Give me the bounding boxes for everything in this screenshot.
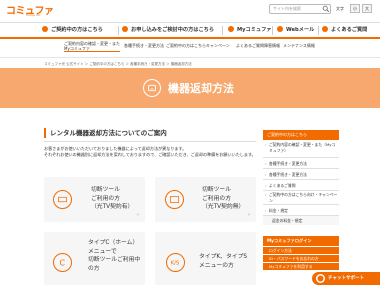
c-icon: C: [53, 253, 72, 272]
chevron-right-icon: ›: [265, 192, 267, 197]
nav-faq[interactable]: よくあるご質問: [322, 23, 367, 38]
main-nav: ご契約中の方はこちら お申し込みをご検討中の方はこちら Myコミュファ Webメ…: [0, 22, 380, 39]
chat-support-label: チャットサポート: [328, 276, 364, 281]
chevron-right-icon: ›: [265, 161, 267, 166]
subnav-procedures[interactable]: 各種手続き・変更方法: [124, 43, 164, 48]
chevron-right-icon: ›: [265, 183, 267, 188]
sidebar-heading[interactable]: ご契約中の方はこちら: [263, 130, 339, 140]
intro-text: お客さまがお使いいただいておりました機器によって返却方法が異なります。 それぞれ…: [44, 146, 256, 158]
subnav-faq[interactable]: よくあるご質問: [236, 43, 264, 48]
card-label: 切断ツール ご利用の方 （光TV契約無）: [202, 187, 245, 210]
logo-subtitle: Home ctc: [26, 13, 41, 17]
person-icon: [122, 26, 128, 32]
sidebar-item-procedures[interactable]: › 各種手続き・変更方法: [263, 158, 339, 169]
subnav-campaign[interactable]: ご契約中の方はこちらキャンペーン: [166, 43, 230, 48]
chevron-right-icon: ›: [137, 212, 139, 218]
sidebar-item-contract[interactable]: › ご契約内容の確認・変更・また（Myコミュファ）: [263, 140, 339, 158]
chevron-right-icon: ›: [265, 208, 267, 213]
card-label: タイプC（ホーム） メニューで 切断ツールご利用中 の方: [88, 240, 141, 272]
sidebar-item-login[interactable]: ログイン方法: [263, 246, 339, 254]
login-icon: [228, 26, 234, 32]
question-icon: [322, 26, 328, 32]
sidebar-item-forgot[interactable]: ID・パスワードをお忘れの方: [263, 254, 339, 262]
nav-divider: [118, 26, 119, 35]
nav-divider: [318, 26, 319, 35]
card-label: タイプK、タイプS メニューの方: [199, 254, 248, 269]
svg-text:K/S: K/S: [171, 261, 180, 267]
ks-icon: K/S: [166, 253, 185, 272]
site-header: コミュファ Home ctc サイト内を検索 文字 小 大: [0, 0, 380, 22]
sidebar-item-fees[interactable]: › 料金・規定: [263, 205, 339, 216]
subnav-maintenance[interactable]: メンテナンス情報: [283, 43, 315, 48]
return-icon: [143, 79, 161, 97]
sidebar-item-use[interactable]: Myコミュファを利用する: [263, 262, 339, 270]
mail-icon: [277, 26, 283, 32]
user-icon: [42, 26, 48, 32]
divider: [44, 141, 256, 142]
font-large-button[interactable]: 大: [362, 4, 372, 13]
section-heading: レンタル機器返却方法についてのご案内: [44, 128, 252, 138]
page-title: 機器返却方法: [168, 82, 234, 95]
nav-webmail[interactable]: Webメール: [277, 23, 314, 38]
card-label: 切断ツール ご利用の方 （光TV契約有）: [91, 187, 134, 210]
breadcrumb[interactable]: コミュファ光 公式サイト ＞ ご契約中の方はこちら ＞ 各種手続き・変更方法 ＞…: [44, 62, 192, 67]
subnav-contract-check[interactable]: ご契約内容の確認・変更・また Myコミュファ: [64, 41, 120, 52]
nav-divider: [222, 26, 223, 35]
sidebar-item-faq[interactable]: › よくあるご質問: [263, 180, 339, 191]
chevron-right-icon: ›: [248, 212, 250, 218]
nav-divider: [272, 26, 273, 35]
router-icon: [53, 190, 72, 209]
font-size-label: 文字: [336, 6, 344, 11]
subnav-outage[interactable]: 障害情報: [264, 43, 280, 48]
sidebar-mycommufa-heading[interactable]: Myコミュファログイン: [263, 236, 339, 246]
svg-text:C: C: [59, 259, 65, 268]
sidebar-item-campaign[interactable]: › ご契約中の方はこちら向け・キャンペーン: [263, 191, 339, 205]
font-small-button[interactable]: 小: [350, 4, 360, 13]
chat-icon: [316, 274, 325, 283]
sidebar-item-procedures-2[interactable]: › 各種手続き・変更方法: [263, 169, 339, 180]
tv-icon: [165, 190, 184, 209]
sidebar-subitem[interactable]: 返金の料金・規定: [263, 216, 339, 225]
chevron-right-icon: ›: [265, 142, 267, 147]
search-icon[interactable]: [322, 5, 330, 13]
nav-prospective[interactable]: お申し込みをご検討中の方はこちら: [122, 23, 214, 38]
nav-mycommufa[interactable]: Myコミュファ: [228, 23, 271, 38]
nav-contracted[interactable]: ご契約中の方はこちら: [42, 23, 103, 38]
sub-nav: ご契約内容の確認・変更・また Myコミュファ 各種手続き・変更方法 ご契約中の方は…: [0, 39, 380, 58]
chevron-right-icon: ›: [265, 172, 267, 177]
